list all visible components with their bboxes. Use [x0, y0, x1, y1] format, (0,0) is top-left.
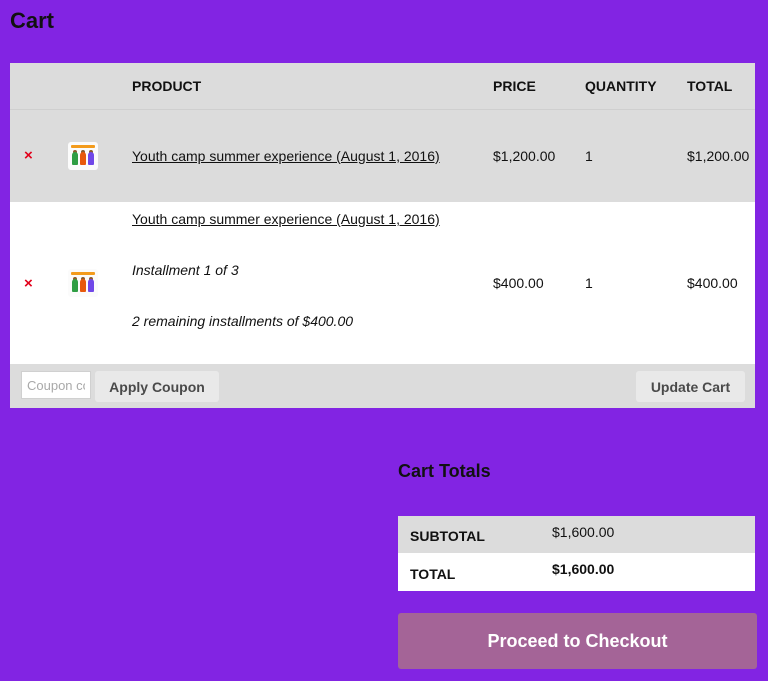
cart-actions-row: Apply Coupon Update Cart [10, 364, 755, 408]
item-price: $400.00 [493, 275, 544, 291]
header-total: TOTAL [687, 63, 755, 110]
cart-totals-title: Cart Totals [398, 461, 491, 481]
total-label: TOTAL [410, 565, 456, 582]
header-remove [10, 63, 68, 110]
subtotal-value: $1,600.00 [552, 524, 615, 540]
header-product: PRODUCT [132, 63, 493, 110]
update-cart-button[interactable]: Update Cart [636, 371, 745, 402]
header-thumbnail [68, 63, 132, 110]
item-quantity: 1 [585, 147, 593, 164]
item-quantity: 1 [585, 275, 593, 291]
subtotal-row: SUBTOTAL $1,600.00 [398, 516, 755, 553]
item-total: $1,200.00 [687, 147, 750, 164]
item-price: $1,200.00 [493, 147, 556, 164]
remaining-installments-info: 2 remaining installments of $400.00 [132, 313, 354, 329]
proceed-to-checkout-button[interactable]: Proceed to Checkout [398, 613, 757, 669]
remove-item-icon[interactable]: × [24, 147, 33, 164]
cart-table: PRODUCT PRICE QUANTITY TOTAL × Youth cam… [10, 63, 755, 408]
cart-item-row: × Youth camp summer experience (August 1… [10, 202, 755, 364]
installment-info: Installment 1 of 3 [132, 262, 239, 278]
product-thumbnail[interactable] [68, 141, 98, 170]
cart-item-row: × Youth camp summer experience (August 1… [10, 109, 755, 202]
remove-item-icon[interactable]: × [24, 275, 33, 292]
item-total: $400.00 [687, 275, 738, 291]
product-thumbnail[interactable] [68, 269, 98, 297]
coupon-code-input[interactable] [21, 371, 91, 399]
total-row: TOTAL $1,600.00 [398, 553, 755, 591]
header-price: PRICE [493, 63, 585, 110]
apply-coupon-button[interactable]: Apply Coupon [95, 371, 219, 402]
cart-totals-table: SUBTOTAL $1,600.00 TOTAL $1,600.00 [398, 516, 755, 591]
total-value: $1,600.00 [552, 561, 615, 577]
header-quantity: QUANTITY [585, 63, 687, 110]
product-name-link[interactable]: Youth camp summer experience (August 1, … [132, 148, 440, 164]
subtotal-label: SUBTOTAL [410, 528, 485, 544]
page-title: Cart [10, 8, 55, 33]
product-name-link[interactable]: Youth camp summer experience (August 1, … [132, 211, 440, 227]
cart-table-header: PRODUCT PRICE QUANTITY TOTAL [10, 63, 755, 110]
